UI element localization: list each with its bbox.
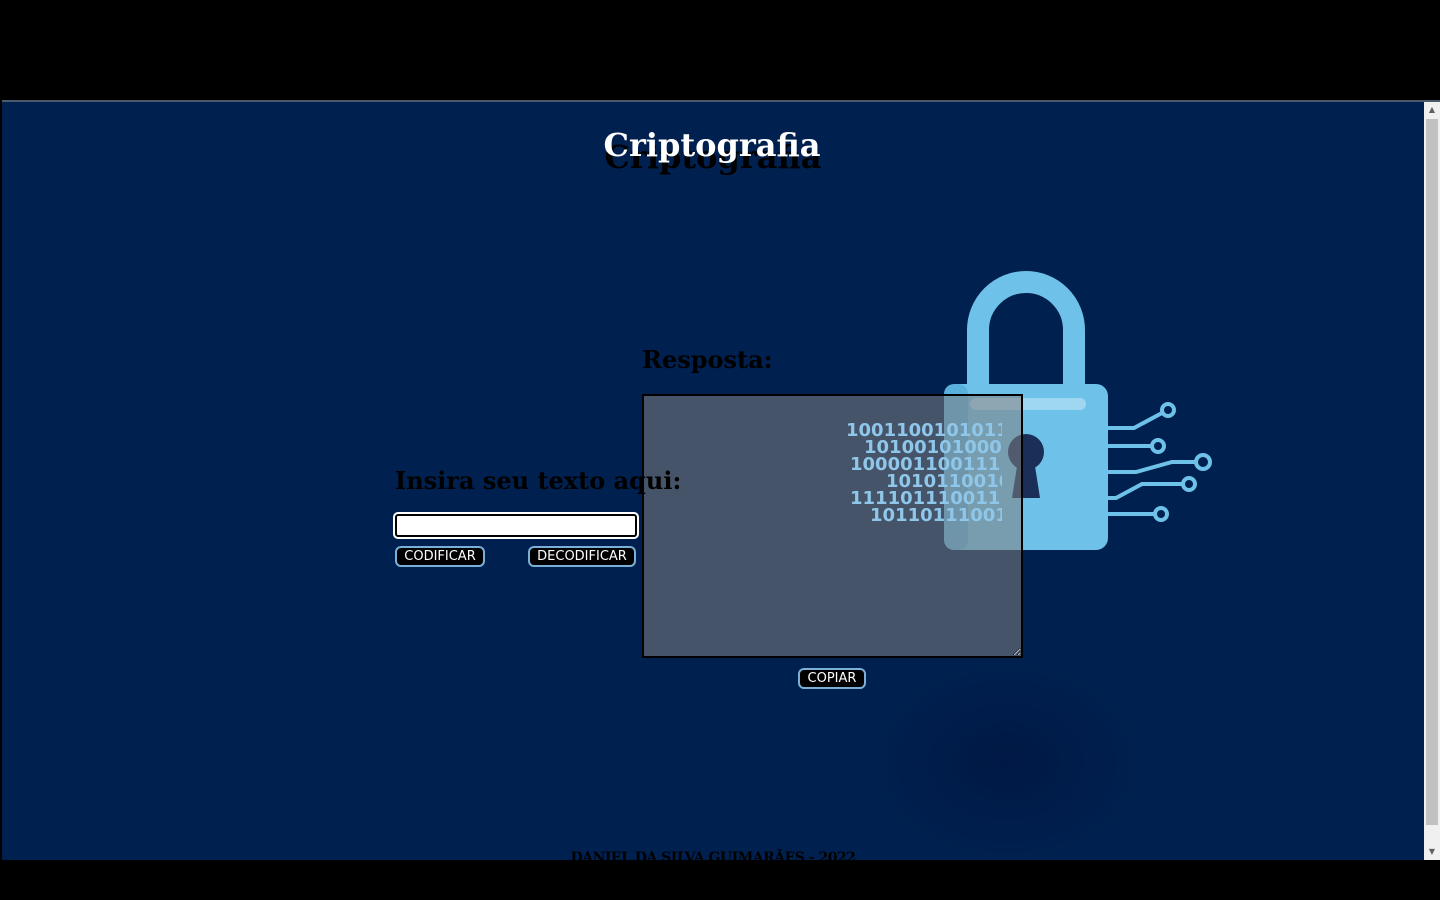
footer-credit: DANIEL DA SILVA GUIMARÃES - 2022 (570, 850, 856, 860)
scrollbar-thumb[interactable] (1426, 119, 1438, 825)
scroll-up-icon[interactable]: ▲ (1424, 102, 1440, 118)
text-input[interactable] (393, 512, 639, 539)
browser-viewport: Criptografia Criptografia Resposta: 1001… (2, 100, 1440, 860)
vertical-scrollbar[interactable]: ▲ ▼ (1424, 102, 1440, 860)
input-label: Insira seu texto aqui: (395, 466, 682, 495)
page-title: Criptografia (603, 126, 821, 164)
encode-button[interactable]: CODIFICAR (395, 546, 485, 567)
scroll-down-icon[interactable]: ▼ (1424, 844, 1440, 860)
decode-button[interactable]: DECODIFICAR (528, 546, 636, 567)
decorative-shadow (872, 662, 1142, 860)
copy-button[interactable]: COPIAR (798, 668, 866, 689)
response-textarea[interactable] (642, 394, 1023, 658)
response-label: Resposta: (642, 345, 773, 374)
page-content: Criptografia Criptografia Resposta: 1001… (2, 102, 1424, 860)
